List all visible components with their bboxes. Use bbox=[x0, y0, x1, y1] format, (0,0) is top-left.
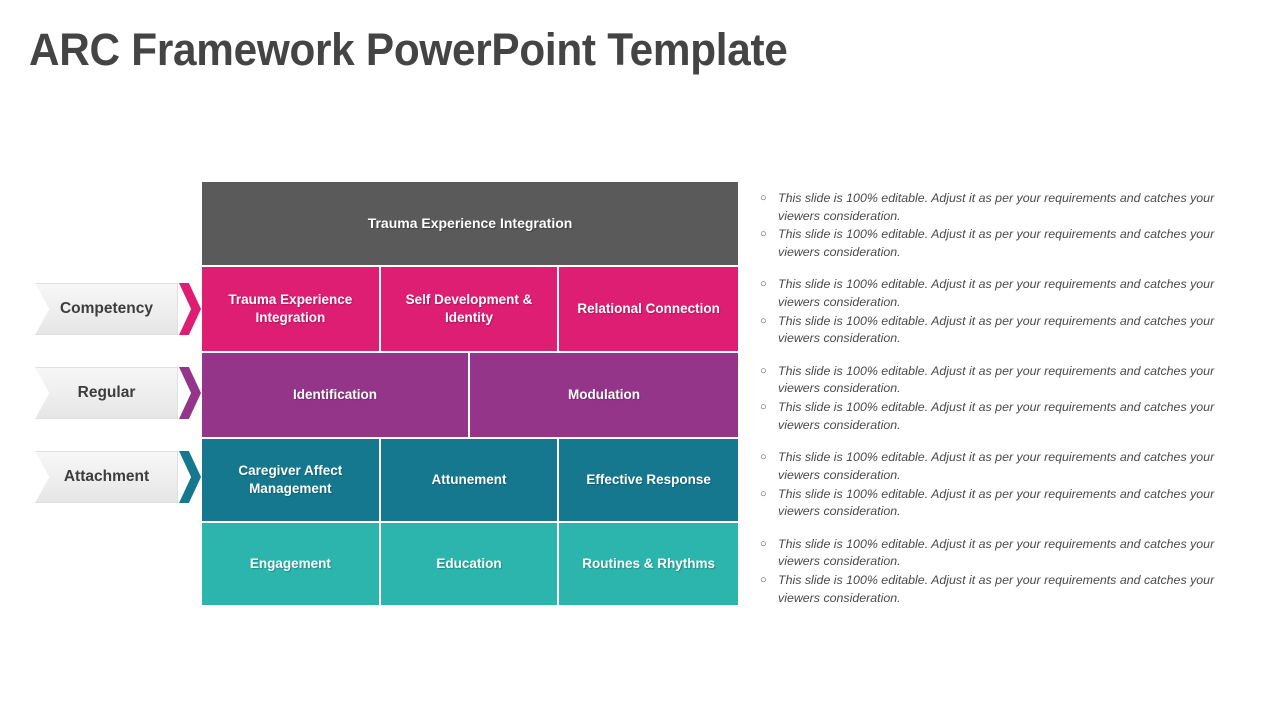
chevron-right-icon bbox=[179, 367, 201, 419]
sidebar-item-attachment[interactable]: Attachment bbox=[35, 451, 201, 503]
chevron-right-icon bbox=[179, 451, 201, 503]
list-item-text: This slide is 100% editable. Adjust it a… bbox=[778, 486, 1215, 519]
bullet-circle-icon: ○ bbox=[760, 278, 767, 291]
list-item: ○ This slide is 100% editable. Adjust it… bbox=[757, 449, 1232, 484]
sidebar-item-competency[interactable]: Competency bbox=[35, 283, 201, 335]
list-item: ○ This slide is 100% editable. Adjust it… bbox=[757, 536, 1232, 571]
list-item-text: This slide is 100% editable. Adjust it a… bbox=[778, 572, 1215, 605]
matrix-cell[interactable]: Relational Connection bbox=[559, 267, 738, 351]
label-tag-regular-text: Regular bbox=[77, 384, 136, 401]
matrix-row-attachment: Caregiver Affect Management Attunement E… bbox=[202, 437, 738, 521]
matrix-cell[interactable]: Effective Response bbox=[559, 439, 738, 521]
notes-group: ○ This slide is 100% editable. Adjust it… bbox=[757, 190, 1232, 261]
notes-group: ○ This slide is 100% editable. Adjust it… bbox=[757, 276, 1232, 347]
matrix-cell[interactable]: Routines & Rhythms bbox=[559, 523, 738, 605]
matrix-header-row: Trauma Experience Integration bbox=[202, 182, 738, 265]
list-item: ○ This slide is 100% editable. Adjust it… bbox=[757, 313, 1232, 348]
list-item-text: This slide is 100% editable. Adjust it a… bbox=[778, 227, 1215, 259]
sidebar-item-regular[interactable]: Regular bbox=[35, 367, 201, 419]
label-tag-attachment-text: Attachment bbox=[63, 468, 150, 485]
matrix-cell[interactable]: Trauma Experience Integration bbox=[202, 267, 381, 351]
notes-group: ○ This slide is 100% editable. Adjust it… bbox=[757, 449, 1232, 520]
matrix-cell[interactable]: Engagement bbox=[202, 523, 381, 605]
list-item-text: This slide is 100% editable. Adjust it a… bbox=[778, 277, 1215, 310]
notes-group: ○ This slide is 100% editable. Adjust it… bbox=[757, 363, 1232, 434]
bullet-circle-icon: ○ bbox=[760, 192, 767, 204]
list-item: ○ This slide is 100% editable. Adjust it… bbox=[757, 486, 1232, 521]
label-tag-competency[interactable]: Competency bbox=[35, 283, 178, 335]
matrix-cell[interactable]: Caregiver Affect Management bbox=[202, 439, 381, 521]
matrix-row-regular: Identification Modulation bbox=[202, 351, 738, 437]
bullet-circle-icon: ○ bbox=[760, 364, 767, 377]
list-item: ○ This slide is 100% editable. Adjust it… bbox=[757, 572, 1232, 607]
list-item: ○ This slide is 100% editable. Adjust it… bbox=[757, 276, 1232, 311]
matrix-cell[interactable]: Modulation bbox=[470, 353, 738, 437]
matrix-row-competency: Trauma Experience Integration Self Devel… bbox=[202, 265, 738, 351]
bullet-circle-icon: ○ bbox=[760, 451, 767, 464]
label-tag-regular[interactable]: Regular bbox=[35, 367, 178, 419]
list-item: ○ This slide is 100% editable. Adjust it… bbox=[757, 190, 1232, 225]
label-tag-attachment[interactable]: Attachment bbox=[35, 451, 178, 503]
matrix-header-cell[interactable]: Trauma Experience Integration bbox=[202, 182, 738, 265]
bullet-circle-icon: ○ bbox=[760, 487, 767, 500]
matrix-row-base: Engagement Education Routines & Rhythms bbox=[202, 521, 738, 605]
slide-canvas: ARC Framework PowerPoint Template Compet… bbox=[0, 0, 1280, 720]
label-tag-competency-text: Competency bbox=[59, 300, 154, 317]
bullet-circle-icon: ○ bbox=[760, 573, 767, 586]
notes-panel: ○ This slide is 100% editable. Adjust it… bbox=[757, 190, 1232, 608]
list-item-text: This slide is 100% editable. Adjust it a… bbox=[778, 536, 1215, 569]
matrix-cell[interactable]: Education bbox=[381, 523, 560, 605]
list-item: ○ This slide is 100% editable. Adjust it… bbox=[757, 226, 1232, 261]
page-title: ARC Framework PowerPoint Template bbox=[29, 24, 788, 75]
notes-group: ○ This slide is 100% editable. Adjust it… bbox=[757, 536, 1232, 607]
list-item-text: This slide is 100% editable. Adjust it a… bbox=[778, 363, 1215, 396]
chevron-right-icon bbox=[179, 283, 201, 335]
list-item-text: This slide is 100% editable. Adjust it a… bbox=[778, 313, 1215, 346]
bullet-circle-icon: ○ bbox=[760, 314, 767, 327]
list-item: ○ This slide is 100% editable. Adjust it… bbox=[757, 363, 1232, 398]
list-item-text: This slide is 100% editable. Adjust it a… bbox=[778, 400, 1215, 432]
list-item: ○ This slide is 100% editable. Adjust it… bbox=[757, 399, 1232, 434]
matrix-cell[interactable]: Identification bbox=[202, 353, 470, 437]
matrix-cell[interactable]: Self Development & Identity bbox=[381, 267, 560, 351]
bullet-circle-icon: ○ bbox=[760, 228, 767, 241]
list-item-text: This slide is 100% editable. Adjust it a… bbox=[778, 191, 1215, 223]
bullet-circle-icon: ○ bbox=[760, 537, 767, 550]
arc-framework-matrix: Trauma Experience Integration Trauma Exp… bbox=[202, 182, 738, 605]
matrix-cell[interactable]: Attunement bbox=[381, 439, 560, 521]
bullet-circle-icon: ○ bbox=[760, 401, 767, 414]
list-item-text: This slide is 100% editable. Adjust it a… bbox=[778, 450, 1215, 482]
